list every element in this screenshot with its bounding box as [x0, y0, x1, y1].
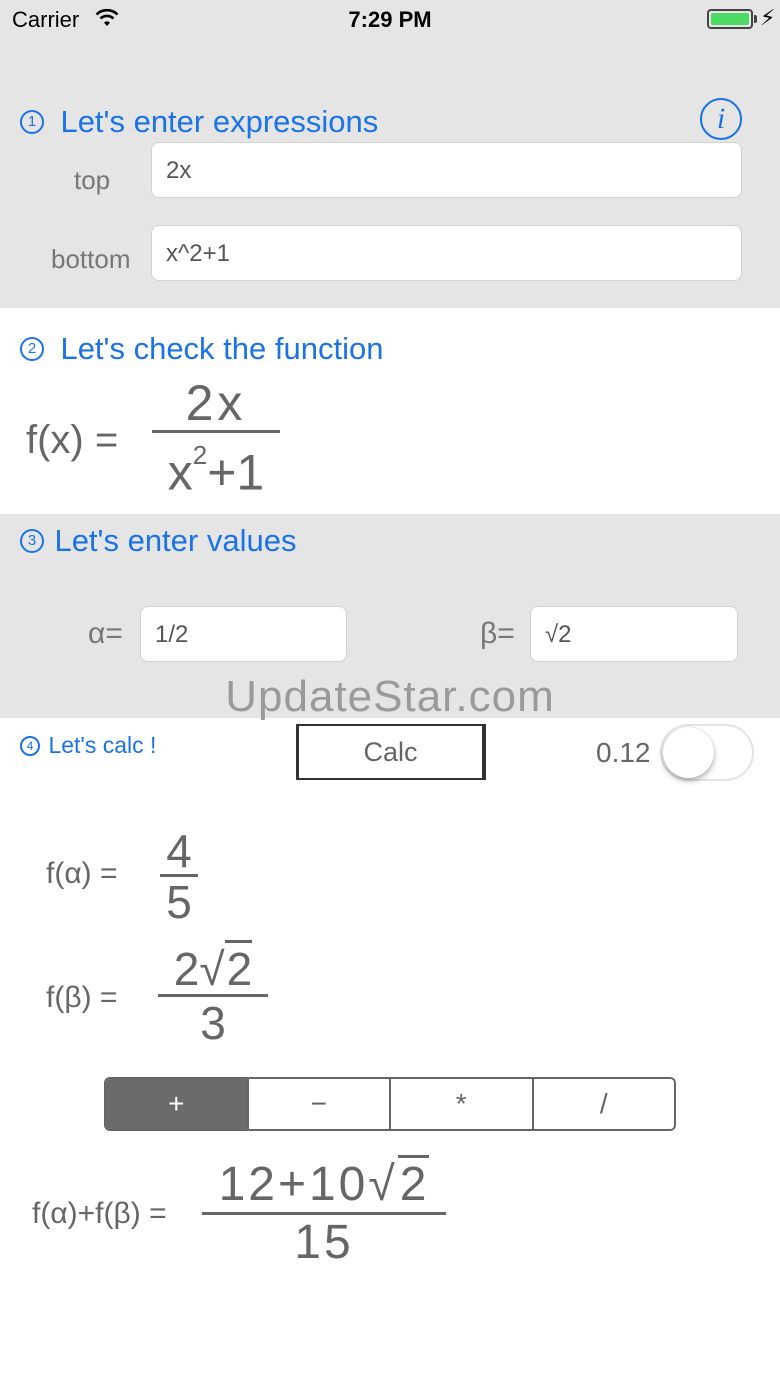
f-beta-denominator: 3	[200, 997, 226, 1049]
section2-heading-row: 2 Let's check the function	[20, 331, 383, 367]
section1-heading-row: 1 Let's enter expressions	[20, 104, 378, 140]
result-numerator: 12+10√2	[202, 1155, 446, 1212]
function-numerator: 2x	[185, 375, 247, 431]
section3-heading-row: 3 Let's enter values	[20, 523, 296, 559]
function-fraction: 2x x2+1	[152, 376, 280, 503]
op-multiply[interactable]: *	[391, 1079, 534, 1129]
f-alpha-denominator: 5	[166, 876, 192, 928]
result-label: f(α)+f(β) =	[32, 1197, 167, 1230]
alpha-field[interactable]: 1/2	[140, 606, 347, 662]
f-beta-coef: 2	[173, 943, 200, 995]
den-base: x	[167, 444, 193, 501]
beta-label: β=	[480, 617, 515, 650]
section3-heading: Let's enter values	[54, 523, 297, 558]
top-expression-field[interactable]: 2x	[151, 142, 742, 198]
result-fraction: 12+10√2 15	[202, 1155, 446, 1271]
result-denominator: 15	[294, 1216, 354, 1269]
f-beta-fraction: 2√2 3	[158, 940, 268, 1049]
watermark: UpdateStar.com	[225, 672, 555, 721]
operator-segmented-control[interactable]: + − * /	[104, 1077, 676, 1131]
battery-tip	[754, 15, 757, 23]
f-beta-numerator: 2√2	[158, 940, 268, 995]
sqrt-icon: √2	[368, 1155, 430, 1212]
result-radicand: 2	[397, 1155, 430, 1211]
step-number-4: 4	[20, 735, 40, 756]
section1-heading: Let's enter expressions	[60, 104, 379, 139]
clock: 7:29 PM	[348, 7, 432, 32]
step-number-1: 1	[20, 110, 44, 134]
op-plus[interactable]: +	[106, 1079, 249, 1129]
result-num-left: 12+10	[218, 1158, 369, 1211]
step-number-3: 3	[20, 529, 44, 553]
den-rest: +1	[207, 444, 265, 501]
f-alpha-label: f(α) =	[46, 857, 118, 890]
bottom-expression-field[interactable]: x^2+1	[151, 225, 742, 281]
calc-button[interactable]: Calc	[296, 724, 486, 780]
battery-icon	[707, 9, 753, 29]
function-lhs: f(x) =	[26, 418, 119, 462]
info-icon[interactable]: i	[700, 98, 742, 140]
den-exponent: 2	[192, 440, 208, 470]
f-alpha-numerator: 4	[166, 825, 192, 877]
toggle-knob[interactable]	[663, 727, 714, 778]
toggle-value-label: 0.12	[596, 737, 651, 768]
charging-icon: ⚡	[760, 5, 776, 30]
step-number-2: 2	[20, 337, 44, 361]
f-alpha-fraction: 4 5	[160, 828, 198, 927]
section4-heading-row: 4 Let's calc !	[20, 732, 156, 759]
op-divide[interactable]: /	[533, 1079, 674, 1129]
decimal-toggle[interactable]	[660, 724, 754, 781]
alpha-label: α=	[88, 617, 123, 650]
beta-field[interactable]: √2	[530, 606, 738, 662]
function-denominator: x2+1	[152, 433, 280, 503]
status-bar: Carrier 7:29 PM ⚡	[0, 0, 780, 40]
section4-heading: Let's calc !	[48, 732, 157, 758]
top-label: top	[74, 165, 111, 195]
sqrt-icon: √2	[199, 940, 253, 995]
f-beta-radicand: 2	[224, 940, 253, 995]
op-minus[interactable]: −	[248, 1079, 391, 1129]
f-beta-label: f(β) =	[46, 981, 118, 1014]
section2-heading: Let's check the function	[60, 331, 384, 366]
bottom-label: bottom	[51, 244, 131, 274]
